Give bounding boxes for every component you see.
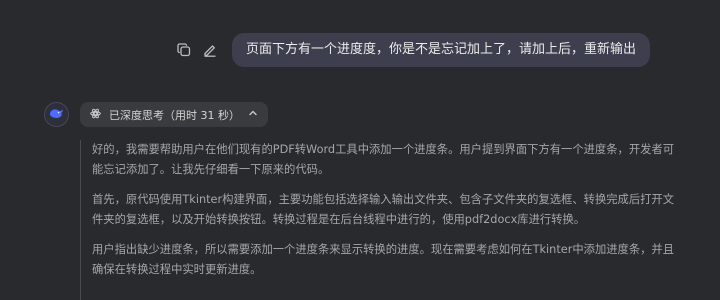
user-message-row: 页面下方有一个进度度，你是不是忘记加上了，请加上后，重新输出 [176, 33, 650, 67]
thinking-paragraph: 用户指出缺少进度条，所以需要添加一个进度条来显示转换的进度。现在需要考虑如何在T… [92, 243, 675, 276]
thinking-content: 好的，我需要帮助用户在他们现有的PDF转Word工具中添加一个进度条。用户提到界… [80, 140, 680, 300]
chevron-up-icon [248, 108, 258, 121]
copy-icon[interactable] [176, 42, 192, 58]
thinking-paragraph: 首先，原代码使用Tkinter构建界面，主要功能包括选择输入输出文件夹、包含子文… [92, 193, 675, 226]
user-message-bubble: 页面下方有一个进度度，你是不是忘记加上了，请加上后，重新输出 [231, 33, 650, 67]
message-actions [176, 42, 218, 58]
thinking-paragraph: 好的，我需要帮助用户在他们现有的PDF转Word工具中添加一个进度条。用户提到界… [92, 143, 675, 176]
deep-think-icon [90, 108, 101, 122]
deep-think-label: 已深度思考（用时 31 秒） [109, 108, 240, 122]
deep-think-toggle[interactable]: 已深度思考（用时 31 秒） [80, 102, 268, 127]
whale-icon [49, 105, 64, 124]
assistant-avatar [44, 102, 69, 127]
edit-icon[interactable] [202, 42, 218, 58]
